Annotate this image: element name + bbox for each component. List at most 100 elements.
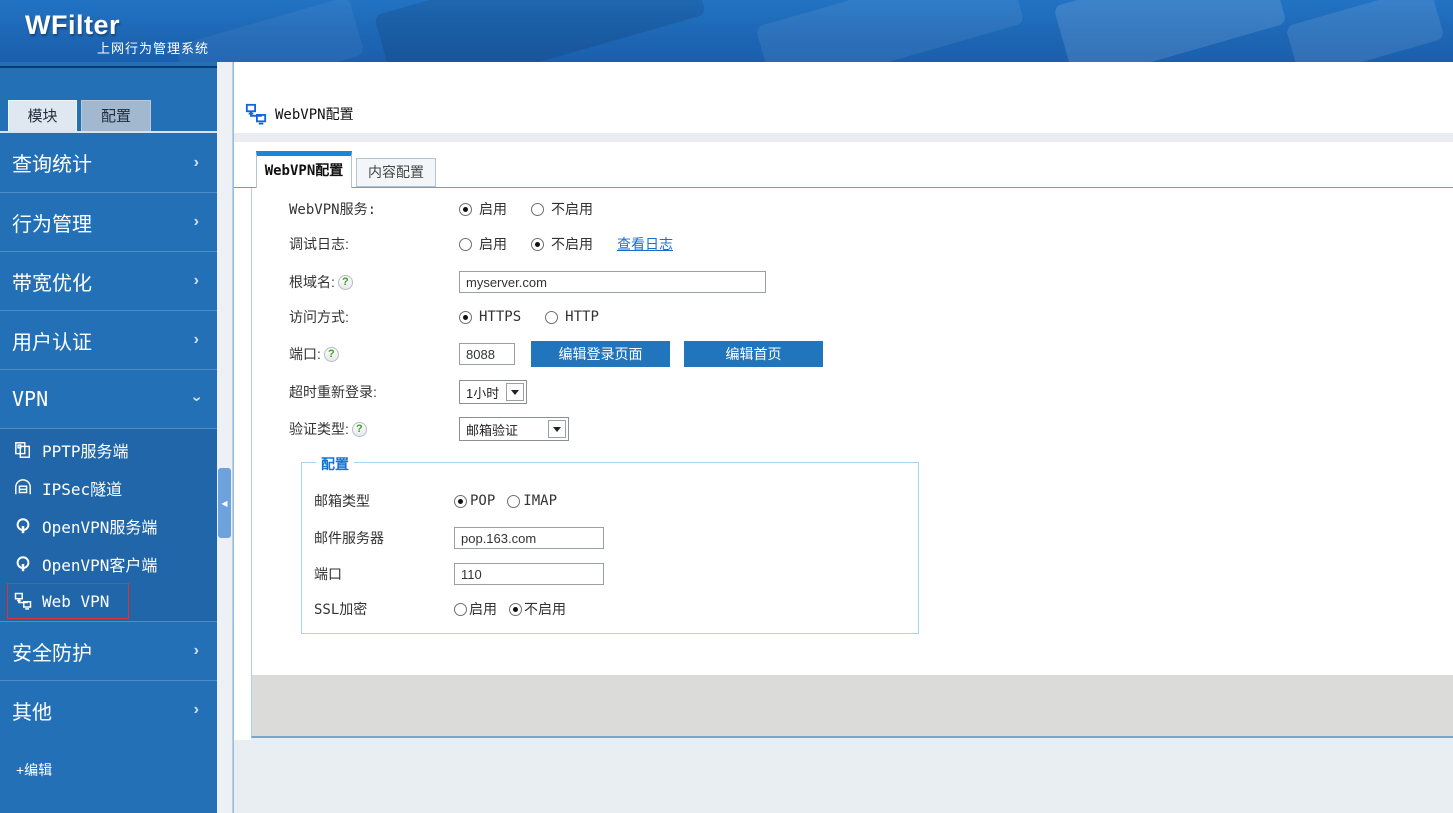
sidebar-item-label: 安全防护 xyxy=(12,637,92,666)
page-title: WebVPN配置 xyxy=(275,104,354,124)
submenu-item-web-vpn[interactable]: Web VPN xyxy=(7,583,129,619)
imap-radio[interactable] xyxy=(507,495,520,508)
openvpn-icon xyxy=(14,555,32,573)
sidebar-tab-modules[interactable]: 模块 xyxy=(8,100,77,131)
vpn-submenu: PPTP服务端 IPSec隧道 OpenVPN服务端 xyxy=(0,428,217,621)
chevron-right-icon: › xyxy=(194,213,199,231)
root-domain-input[interactable] xyxy=(459,271,766,293)
sidebar-item-behavior-mgmt[interactable]: 行为管理 › xyxy=(0,192,217,251)
port-input[interactable] xyxy=(459,343,515,365)
select-dropdown-icon[interactable] xyxy=(548,420,566,438)
access-mode-label: 访问方式: xyxy=(289,307,459,327)
submenu-item-label: PPTP服务端 xyxy=(42,438,129,462)
https-label: HTTPS xyxy=(479,309,521,325)
sidebar-item-label: 其他 xyxy=(12,696,52,725)
imap-label: IMAP xyxy=(523,493,557,509)
mail-config-fieldset: 配置 邮箱类型 POP IMAP 邮件服务器 端口 SSL加密 启用 xyxy=(301,462,919,634)
port-label: 端口: ? xyxy=(289,344,459,364)
select-dropdown-icon[interactable] xyxy=(506,383,524,401)
sidebar-item-label: 行为管理 xyxy=(12,208,92,237)
row-ssl: SSL加密 启用 不启用 xyxy=(314,597,908,621)
pop-radio[interactable] xyxy=(454,495,467,508)
edit-login-page-button[interactable]: 编辑登录页面 xyxy=(531,341,670,367)
sidebar-edit-link[interactable]: +编辑 xyxy=(16,760,52,780)
auth-type-select-value: 邮箱验证 xyxy=(460,420,548,439)
header-texture xyxy=(755,0,1024,62)
debug-disable-label: 不启用 xyxy=(551,234,593,254)
service-disable-label: 不启用 xyxy=(551,199,593,219)
fieldset-legend: 配置 xyxy=(316,454,354,474)
row-auth-type: 验证类型: ? 邮箱验证 xyxy=(289,417,1433,441)
http-radio[interactable] xyxy=(545,311,558,324)
pop-label: POP xyxy=(470,493,495,509)
sidebar-menu: 查询统计 › 行为管理 › 带宽优化 › 用户认证 › VPN › xyxy=(0,133,217,739)
debug-enable-radio[interactable] xyxy=(459,238,472,251)
network-topology-icon xyxy=(14,592,32,610)
mail-port-label: 端口 xyxy=(314,564,454,584)
sidebar-collapse-handle[interactable]: ◀ xyxy=(218,468,231,538)
tab-webvpn-config[interactable]: WebVPN配置 xyxy=(256,151,352,188)
debug-enable-label: 启用 xyxy=(479,234,507,254)
auth-type-label: 验证类型: ? xyxy=(289,419,459,439)
submenu-item-ipsec-tunnel[interactable]: IPSec隧道 xyxy=(0,469,217,507)
sidebar-item-label: 用户认证 xyxy=(12,326,92,355)
submenu-item-label: OpenVPN服务端 xyxy=(42,514,157,538)
auth-type-select[interactable]: 邮箱验证 xyxy=(459,417,569,441)
sidebar-item-security[interactable]: 安全防护 › xyxy=(0,621,217,680)
sidebar-item-other[interactable]: 其他 › xyxy=(0,680,217,739)
ssl-label: SSL加密 xyxy=(314,599,454,619)
http-label: HTTP xyxy=(565,309,599,325)
sidebar-tab-config[interactable]: 配置 xyxy=(81,100,151,131)
sidebar-item-label: 查询统计 xyxy=(12,148,92,177)
ipsec-tunnel-icon xyxy=(14,479,32,497)
sidebar-item-label: 带宽优化 xyxy=(12,267,92,296)
row-timeout: 超时重新登录: 1小时 xyxy=(289,380,1433,404)
help-icon[interactable]: ? xyxy=(324,347,339,362)
mail-type-label: 邮箱类型 xyxy=(314,491,454,511)
view-log-link[interactable]: 查看日志 xyxy=(617,234,673,254)
mail-server-label: 邮件服务器 xyxy=(314,528,454,548)
help-icon[interactable]: ? xyxy=(338,275,353,290)
sidebar-item-bandwidth[interactable]: 带宽优化 › xyxy=(0,251,217,310)
header-texture xyxy=(1053,0,1287,62)
sidebar-item-user-auth[interactable]: 用户认证 › xyxy=(0,310,217,369)
panel-footer xyxy=(252,675,1453,736)
timeout-select-value: 1小时 xyxy=(460,383,506,402)
root-domain-label-text: 根域名: xyxy=(289,272,335,292)
sidebar-item-query-stats[interactable]: 查询统计 › xyxy=(0,133,217,192)
header-texture xyxy=(374,0,706,62)
top-header: WFilter 上网行为管理系统 xyxy=(0,0,1453,62)
ssl-disable-radio[interactable] xyxy=(509,603,522,616)
submenu-item-pptp-server[interactable]: PPTP服务端 xyxy=(0,431,217,469)
debug-log-label: 调试日志: xyxy=(289,234,459,254)
timeout-select[interactable]: 1小时 xyxy=(459,380,527,404)
https-radio[interactable] xyxy=(459,311,472,324)
sidebar-item-vpn[interactable]: VPN › xyxy=(0,369,217,428)
edit-home-page-button[interactable]: 编辑首页 xyxy=(684,341,823,367)
network-topology-icon xyxy=(245,103,267,125)
ssl-enable-radio[interactable] xyxy=(454,603,467,616)
ssl-enable-label: 启用 xyxy=(469,599,497,619)
wfilter-app: WFilter 上网行为管理系统 模块 配置 查询统计 › 行为管理 › 带宽优… xyxy=(0,0,1453,813)
chevron-right-icon: › xyxy=(194,154,199,172)
chevron-right-icon: › xyxy=(194,331,199,349)
sidebar-tabs: 模块 配置 xyxy=(0,100,217,131)
service-enable-radio[interactable] xyxy=(459,203,472,216)
tab-content-config[interactable]: 内容配置 xyxy=(356,158,436,187)
mail-port-input[interactable] xyxy=(454,563,604,585)
chevron-right-icon: › xyxy=(194,701,199,719)
collapse-left-icon: ◀ xyxy=(221,499,227,508)
submenu-item-openvpn-server[interactable]: OpenVPN服务端 xyxy=(0,507,217,545)
main-content: WebVPN配置 WebVPN配置 内容配置 WebVPN服务: 启用 不启用 … xyxy=(233,62,1453,813)
sidebar-gutter: ◀ xyxy=(217,62,233,813)
page-title-row: WebVPN配置 xyxy=(245,103,354,125)
ssl-disable-label: 不启用 xyxy=(524,599,566,619)
debug-disable-radio[interactable] xyxy=(531,238,544,251)
help-icon[interactable]: ? xyxy=(352,422,367,437)
mail-server-input[interactable] xyxy=(454,527,604,549)
submenu-item-openvpn-client[interactable]: OpenVPN客户端 xyxy=(0,545,217,583)
port-label-text: 端口: xyxy=(289,344,321,364)
row-access-mode: 访问方式: HTTPS HTTP xyxy=(289,305,1433,329)
service-disable-radio[interactable] xyxy=(531,203,544,216)
sidebar: 模块 配置 查询统计 › 行为管理 › 带宽优化 › 用户认证 › VPN xyxy=(0,62,217,813)
